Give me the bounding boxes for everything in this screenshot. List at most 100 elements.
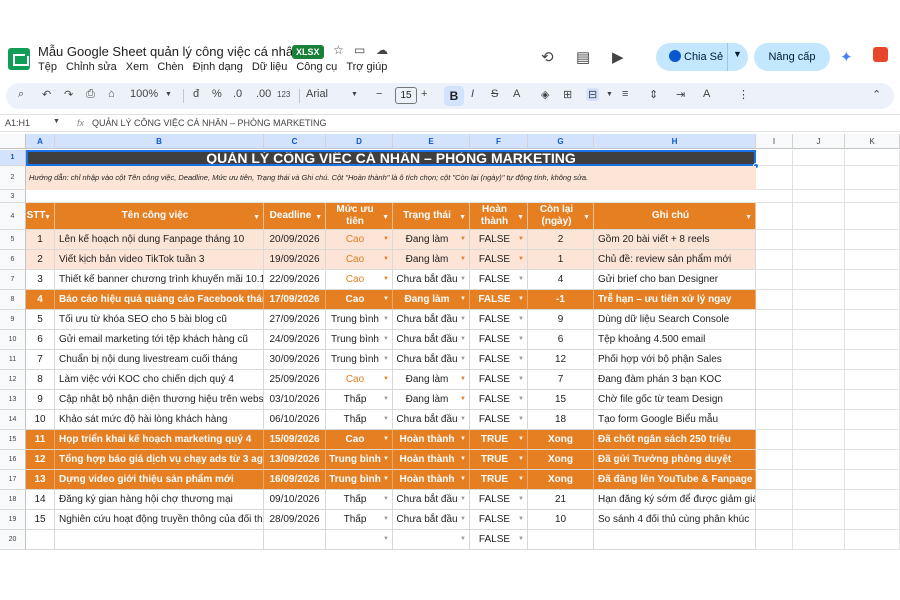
dropdown-chevron-icon[interactable]: ▼ [383,396,389,402]
cell-note[interactable]: So sánh 4 đối thủ cùng phân khúc [594,510,756,530]
dropdown-chevron-icon[interactable]: ▼ [383,436,389,442]
cell-done[interactable]: FALSE ▼ [470,530,528,550]
cell-remaining[interactable]: 21 [528,490,594,510]
addon-icon[interactable] [873,47,888,62]
column-header-e[interactable]: E [393,134,470,149]
dropdown-chevron-icon[interactable]: ▼ [383,536,389,542]
zoom-select[interactable]: 100% [130,88,158,100]
cell-status[interactable]: Đang làm ▼ [393,290,470,310]
cell-deadline[interactable]: 30/09/2026 [264,350,326,370]
italic-button[interactable]: I [471,88,474,100]
row-header-17[interactable]: 17 [0,470,26,490]
filter-icon[interactable]: ▼ [44,212,51,224]
cell-status[interactable]: Hoàn thành ▼ [393,470,470,490]
row-header-10[interactable]: 10 [0,330,26,350]
search-menus-icon[interactable]: ⌕ [18,88,24,101]
column-header-j[interactable]: J [793,134,845,149]
font-select[interactable]: Arial [306,88,328,100]
cell-done[interactable]: FALSE ▼ [470,230,528,250]
merge-cells-icon[interactable]: ⊟ [586,88,600,101]
header-done[interactable]: Hoàn thành ▼ [470,203,528,230]
text-color-button[interactable]: A [513,88,520,100]
dropdown-chevron-icon[interactable]: ▼ [518,276,524,282]
text-wrap-icon[interactable]: ⇥ [676,88,685,101]
cell-stt[interactable]: 5 [26,310,55,330]
cell-task-name[interactable]: Nghiên cứu hoạt động truyền thông của đố… [55,510,264,530]
row-header-5[interactable]: 5 [0,230,26,250]
cell-done[interactable]: FALSE ▼ [470,370,528,390]
dropdown-chevron-icon[interactable]: ▼ [460,436,466,442]
dropdown-chevron-icon[interactable]: ▼ [518,496,524,502]
header-notes[interactable]: Ghi chú ▼ [594,203,756,230]
currency-format-button[interactable]: đ [193,88,199,100]
more-options-icon[interactable]: ⋮ [738,88,749,101]
dropdown-chevron-icon[interactable]: ▼ [518,356,524,362]
comments-icon[interactable]: ▤ [576,48,590,66]
cell-deadline[interactable]: 03/10/2026 [264,390,326,410]
dropdown-chevron-icon[interactable]: ▼ [460,316,466,322]
cell-deadline[interactable]: 24/09/2026 [264,330,326,350]
column-header-b[interactable]: B [55,134,264,149]
menu-format[interactable]: Định dạng [193,61,243,73]
cell-task-name[interactable]: Thiết kế banner chương trình khuyến mãi … [55,270,264,290]
dropdown-chevron-icon[interactable]: ▼ [518,396,524,402]
row-header-11[interactable]: 11 [0,350,26,370]
cell-deadline[interactable] [264,530,326,550]
menu-insert[interactable]: Chèn [157,61,183,73]
bold-button[interactable]: B [444,86,464,106]
cell-done[interactable]: FALSE ▼ [470,510,528,530]
gemini-icon[interactable]: ✦ [840,48,853,66]
dropdown-chevron-icon[interactable]: ▼ [460,416,466,422]
cell-task-name[interactable]: Chuẩn bị nội dung livestream cuối tháng [55,350,264,370]
cell-status[interactable]: Chưa bắt đầu ▼ [393,270,470,290]
cell-stt[interactable]: 11 [26,430,55,450]
cell-task-name[interactable] [55,530,264,550]
dropdown-chevron-icon[interactable]: ▼ [383,296,389,302]
move-folder-icon[interactable]: ▭ [354,43,365,57]
cell-status[interactable]: Chưa bắt đầu ▼ [393,350,470,370]
cell-remaining[interactable] [528,530,594,550]
row-header-15[interactable]: 15 [0,430,26,450]
row-header-8[interactable]: 8 [0,290,26,310]
cell-status[interactable]: Chưa bắt đầu ▼ [393,510,470,530]
dropdown-chevron-icon[interactable]: ▼ [460,236,466,242]
strikethrough-button[interactable]: S [491,88,498,100]
cell-remaining[interactable]: Xong [528,470,594,490]
cell-remaining[interactable]: Xong [528,450,594,470]
row-header-14[interactable]: 14 [0,410,26,430]
dropdown-chevron-icon[interactable]: ▼ [460,376,466,382]
cell-priority[interactable]: Cao ▼ [326,430,393,450]
font-size-increase-button[interactable]: + [421,88,427,100]
share-button[interactable]: Chia Sẻ ▼ [656,43,748,71]
zoom-dropdown-icon[interactable]: ▼ [165,91,172,98]
cell-remaining[interactable]: 12 [528,350,594,370]
cell-deadline[interactable]: 13/09/2026 [264,450,326,470]
cell-note[interactable]: Đã gửi Trưởng phòng duyệt [594,450,756,470]
cell-priority[interactable]: Thấp ▼ [326,410,393,430]
dropdown-chevron-icon[interactable]: ▼ [460,396,466,402]
cell-status[interactable]: Đang làm ▼ [393,230,470,250]
dropdown-chevron-icon[interactable]: ▼ [518,256,524,262]
menu-help[interactable]: Trợ giúp [346,61,387,73]
decrease-decimal-button[interactable]: .0 [233,88,242,100]
cell-deadline[interactable]: 19/09/2026 [264,250,326,270]
cell-stt[interactable]: 6 [26,330,55,350]
cell-note[interactable]: Gửi brief cho ban Designer [594,270,756,290]
percent-format-button[interactable]: % [212,88,222,100]
cell-deadline[interactable]: 22/09/2026 [264,270,326,290]
cell-task-name[interactable]: Gửi email marketing tới tệp khách hàng c… [55,330,264,350]
cell-note[interactable]: Tạo form Google Biểu mẫu [594,410,756,430]
header-status[interactable]: Trạng thái ▼ [393,203,470,230]
cell-deadline[interactable]: 09/10/2026 [264,490,326,510]
dropdown-chevron-icon[interactable]: ▼ [460,476,466,482]
cell-priority[interactable]: Thấp ▼ [326,390,393,410]
menu-edit[interactable]: Chỉnh sửa [66,61,117,73]
merge-dropdown-icon[interactable]: ▼ [606,91,613,98]
dropdown-chevron-icon[interactable]: ▼ [518,316,524,322]
header-priority[interactable]: Mức ưu tiên ▼ [326,203,393,230]
row-header-4[interactable]: 4 [0,203,26,230]
dropdown-chevron-icon[interactable]: ▼ [518,436,524,442]
number-format-button[interactable]: 123 [277,90,290,99]
cell-status[interactable]: Đang làm ▼ [393,370,470,390]
document-title[interactable]: Mẫu Google Sheet quản lý công việc cá nh… [38,44,300,59]
